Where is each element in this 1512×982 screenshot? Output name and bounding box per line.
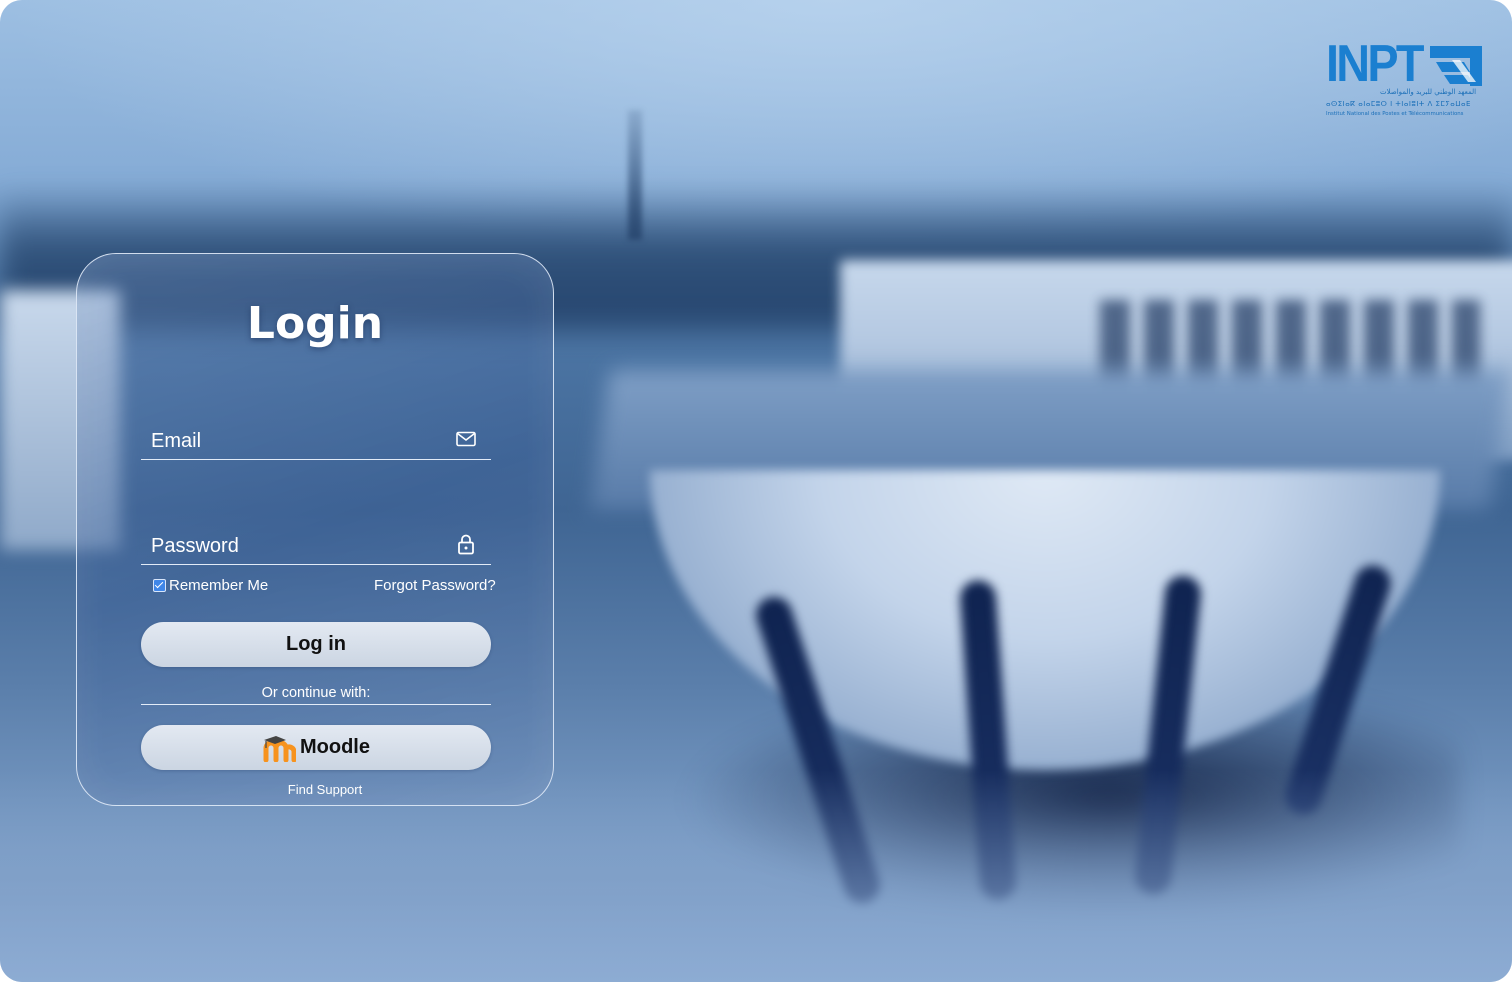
lock-icon (458, 534, 474, 555)
envelope-icon (456, 431, 476, 447)
moodle-login-button[interactable]: Moodle (141, 725, 491, 770)
login-title: Login (246, 298, 384, 349)
moodle-button-label: Moodle (300, 736, 370, 758)
password-input[interactable] (151, 532, 441, 560)
remember-me-checkbox[interactable] (153, 579, 166, 592)
inpt-logo: INPT المعهد الوطني للبريد والمواصلات ⴰⵙⵉ… (1322, 36, 1486, 126)
logo-french-line: Institut National des Postes et Télécomm… (1326, 111, 1464, 117)
logo-tifinagh-line: ⴰⵙⵉⵏⴰⴽ ⴰⵏⴰⵎⵓⵔ ⵏ ⵜⵏⴰⵏⵓⵏⵜ ⴷ ⵉⵎⵢⴰⵡⴰⴹ (1326, 100, 1471, 108)
divider-line (141, 704, 491, 705)
password-field (141, 520, 491, 565)
email-field (141, 415, 491, 460)
login-button-label: Log in (286, 633, 346, 655)
app-window: INPT المعهد الوطني للبريد والمواصلات ⴰⵙⵉ… (0, 0, 1512, 982)
logo-wave-icon (1430, 46, 1482, 86)
email-input[interactable] (151, 427, 441, 455)
moodle-logo-icon (263, 735, 296, 762)
background-tower (628, 110, 642, 240)
continue-with-text: Or continue with: (261, 685, 371, 701)
remember-me[interactable]: Remember Me (153, 577, 268, 594)
logo-arabic-line: المعهد الوطني للبريد والمواصلات (1380, 88, 1477, 96)
forgot-password-link[interactable]: Forgot Password? (374, 577, 496, 594)
login-card: Login Remember Me Forgot Password? (76, 253, 554, 806)
find-support-link[interactable]: Find Support (77, 782, 573, 797)
remember-me-label: Remember Me (169, 577, 269, 594)
logo-wordmark: INPT (1326, 35, 1425, 93)
login-options-row: Remember Me Forgot Password? (141, 575, 501, 597)
login-button[interactable]: Log in (141, 622, 491, 667)
